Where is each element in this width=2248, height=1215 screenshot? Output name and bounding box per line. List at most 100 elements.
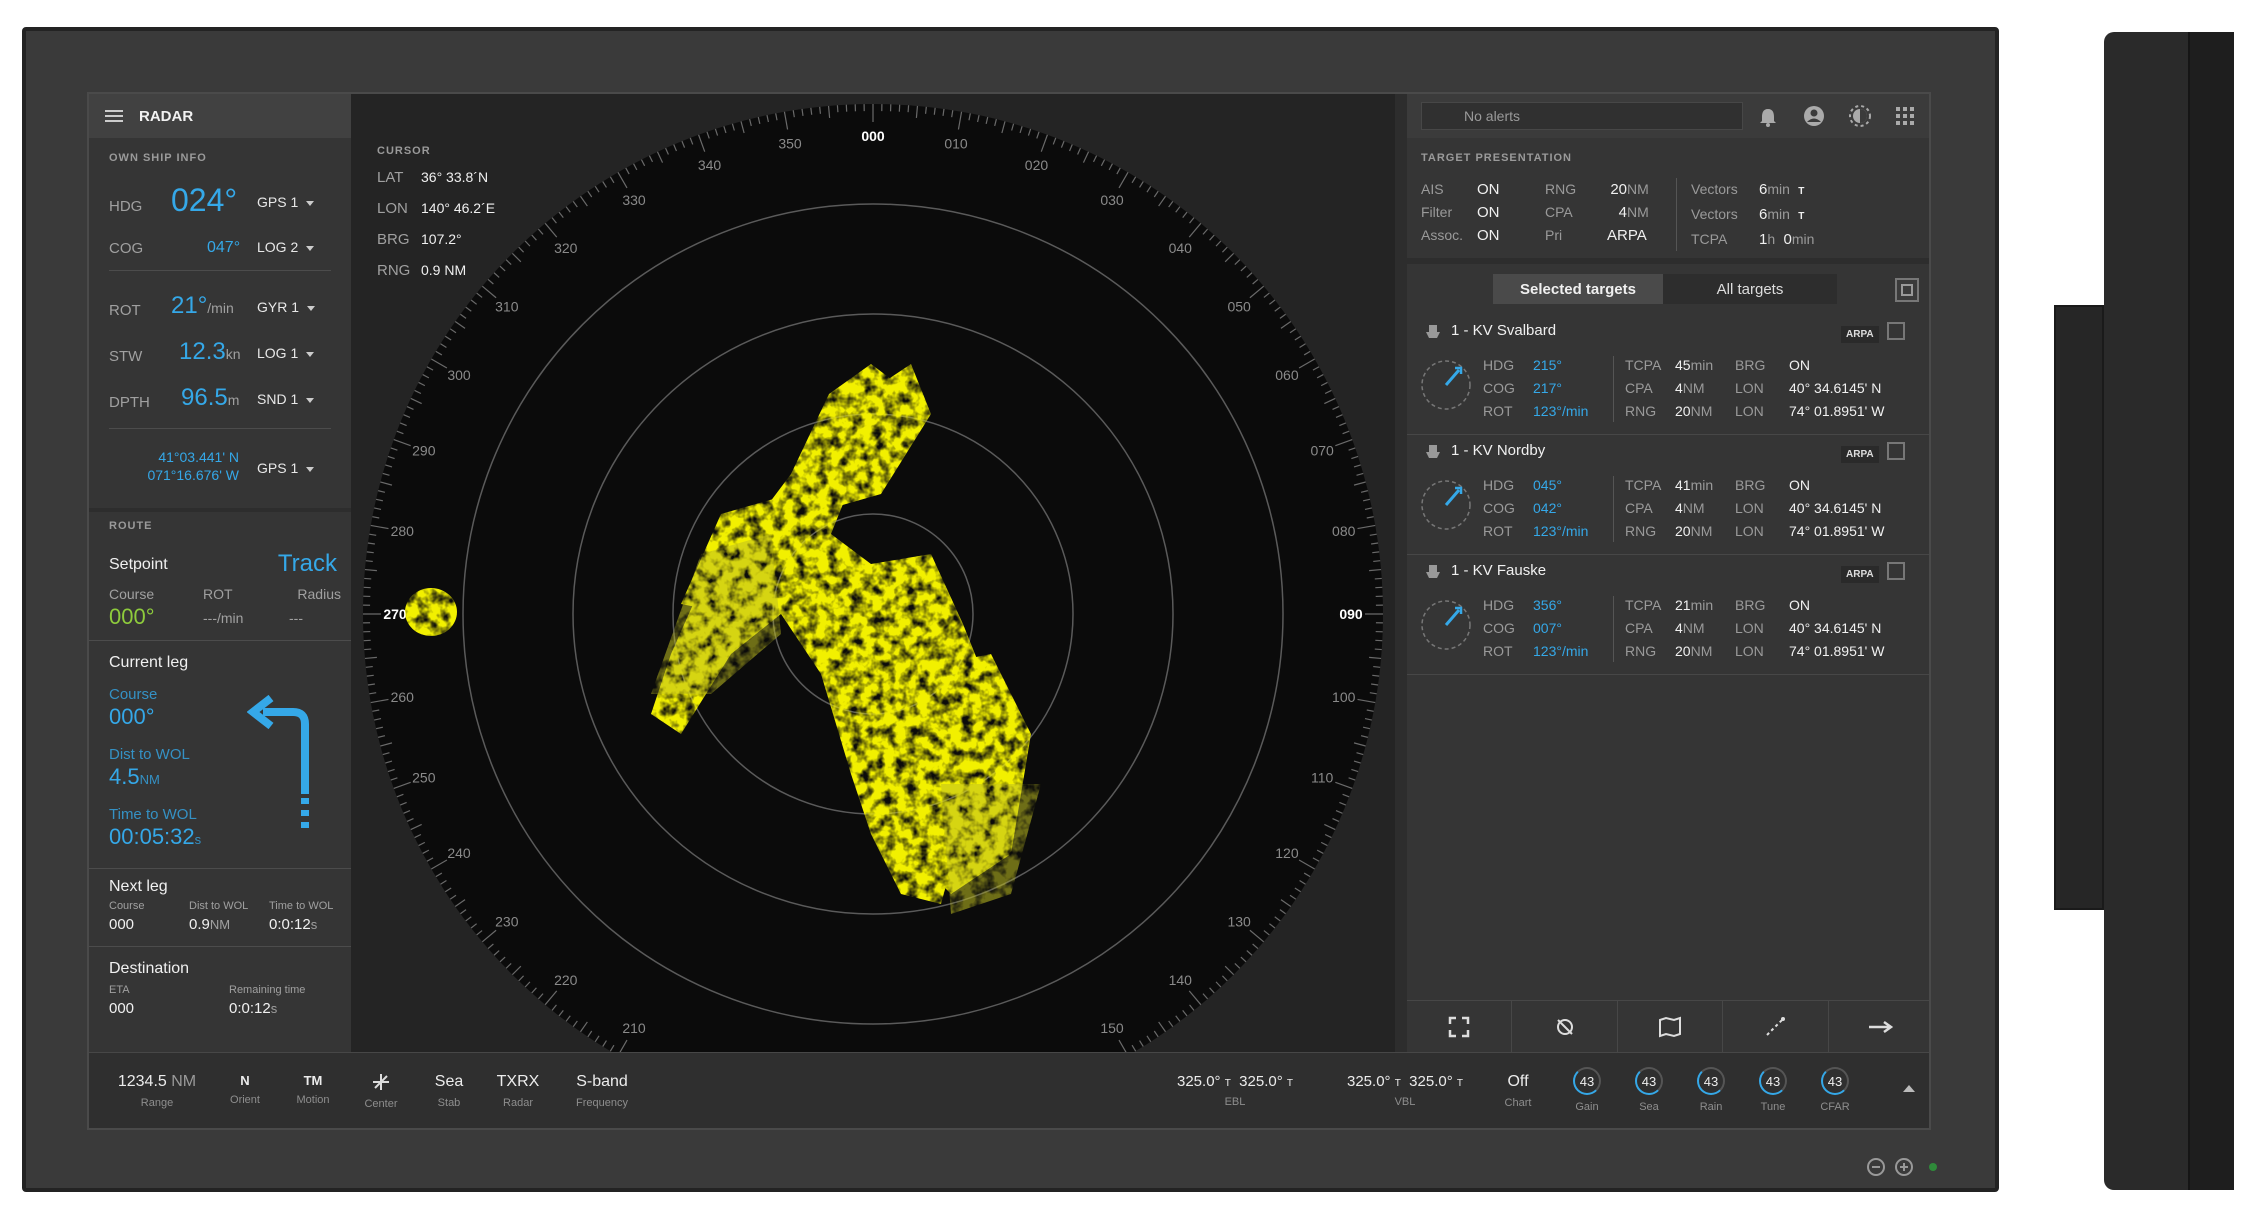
dial-1[interactable]: 43 Sea xyxy=(1629,1067,1669,1113)
brightness-up-button[interactable] xyxy=(1895,1158,1913,1176)
chevron-up-icon[interactable] xyxy=(1903,1085,1915,1092)
tab-all-targets[interactable]: All targets xyxy=(1663,274,1837,304)
bearing-label: 310 xyxy=(495,299,519,315)
motion-control[interactable]: TM Motion xyxy=(283,1073,343,1106)
frequency-control[interactable]: S-band Frequency xyxy=(557,1073,647,1109)
tp-value: 20 xyxy=(1610,181,1627,198)
bearing-label: 040 xyxy=(1169,240,1193,256)
remaining-unit: s xyxy=(270,1001,278,1016)
dpth-source-select[interactable]: SND 1 xyxy=(257,391,315,407)
tp-label: Assoc. xyxy=(1421,227,1464,243)
dial-label: CFAR xyxy=(1820,1101,1850,1113)
fullscreen-icon[interactable] xyxy=(1895,278,1919,302)
vbl-value-1: 325.0° xyxy=(1347,1073,1391,1090)
bell-icon[interactable] xyxy=(1757,106,1779,128)
range-control[interactable]: 1234.5 NM Range xyxy=(109,1073,205,1109)
cpa-unit: NM xyxy=(1682,500,1705,516)
expand-icon[interactable] xyxy=(1887,322,1905,340)
dial-3[interactable]: 43 Tune xyxy=(1753,1067,1793,1113)
tp-col3-row[interactable]: TCPA 1h 0min xyxy=(1691,228,1814,251)
bearing-label: 050 xyxy=(1227,299,1251,315)
rot-source-select[interactable]: GYR 1 xyxy=(257,299,316,315)
target-name: 1 - KV Fauske xyxy=(1451,562,1547,579)
fit-screen-button[interactable] xyxy=(1407,1001,1513,1052)
rng-unit: NM xyxy=(1690,643,1713,659)
expand-icon[interactable] xyxy=(1887,442,1905,460)
next-dist: 0.9NM xyxy=(189,916,230,934)
divider xyxy=(89,508,351,512)
vbl-control[interactable]: 325.0° T 325.0° T VBL xyxy=(1325,1073,1485,1108)
alerts-field[interactable]: No alerts xyxy=(1421,102,1743,130)
target-card[interactable]: 1 - KV Fauske ARPA HDG 356° COG 007° ROT 12… xyxy=(1407,558,1929,678)
tp-col3-row[interactable]: Vectors 6min T xyxy=(1691,178,1814,203)
current-dist: 4.5NM xyxy=(109,764,160,790)
bearing-label: 110 xyxy=(1311,769,1334,785)
tp-col2-row[interactable]: CPA 4NM xyxy=(1545,201,1676,224)
ship-icon xyxy=(1426,325,1440,338)
dial-4[interactable]: 43 CFAR xyxy=(1815,1067,1855,1113)
next-dist-value: 0.9 xyxy=(189,916,210,933)
tp-col2-row[interactable]: Pri ARPA xyxy=(1545,224,1676,247)
chart-tool-button[interactable] xyxy=(1618,1001,1724,1052)
chart-control[interactable]: Off Chart xyxy=(1493,1073,1543,1109)
tp-col1-row[interactable]: AIS ON xyxy=(1421,178,1545,201)
tp-col1-row[interactable]: Filter ON xyxy=(1421,201,1545,224)
apps-grid-icon[interactable] xyxy=(1895,106,1915,126)
dial-0[interactable]: 43 Gain xyxy=(1567,1067,1607,1113)
target-lat: 40° 34.6145' N xyxy=(1789,500,1882,516)
pos-source: GPS 1 xyxy=(257,460,299,476)
bearing-label: 220 xyxy=(554,972,578,988)
stab-control[interactable]: Sea Stab xyxy=(419,1073,479,1109)
tp-col1-row[interactable]: Assoc. ON xyxy=(1421,224,1545,247)
stw-value: 12.3kn xyxy=(179,338,241,366)
rot-label: ROT xyxy=(1483,403,1513,419)
brightness-icon[interactable] xyxy=(1849,105,1871,127)
bearing-label: 080 xyxy=(1332,523,1356,539)
target-card[interactable]: 1 - KV Svalbard ARPA HDG 215° COG 217° ROT… xyxy=(1407,318,1929,438)
orient-control[interactable]: N Orient xyxy=(215,1073,275,1106)
cursor-brg: 107.2° xyxy=(421,231,462,247)
target-brg: ON xyxy=(1789,357,1810,373)
pos-source-select[interactable]: GPS 1 xyxy=(257,460,315,476)
tcpa-label: TCPA xyxy=(1625,597,1662,613)
menu-icon[interactable] xyxy=(105,110,123,122)
bearing-tick xyxy=(933,107,936,115)
target-tag: ARPA xyxy=(1841,326,1879,343)
setpoint-radius: --- xyxy=(289,610,303,626)
dpth-label: DPTH xyxy=(109,394,150,411)
ebl-control[interactable]: 325.0° T 325.0° T EBL xyxy=(1155,1073,1315,1108)
arrow-tool-button[interactable] xyxy=(1829,1001,1929,1052)
radar-display[interactable]: 000 010 020 030 040 050 060 070 080 090 100 110 120 1… xyxy=(351,94,1395,1130)
target-hdg: 356° xyxy=(1533,597,1562,613)
dial-2[interactable]: 43 Rain xyxy=(1691,1067,1731,1113)
cog-source-select[interactable]: LOG 2 xyxy=(257,239,315,255)
radar-control[interactable]: TXRX Radar xyxy=(485,1073,551,1109)
tab-selected-targets[interactable]: Selected targets xyxy=(1493,274,1663,304)
cursor-lon-label: LON xyxy=(377,200,408,217)
app-title: RADAR xyxy=(139,107,194,125)
stw-source-select[interactable]: LOG 1 xyxy=(257,345,315,361)
route-tool-button[interactable] xyxy=(1723,1001,1829,1052)
own-ship-heading: OWN SHIP INFO xyxy=(109,152,207,164)
bottom-bar: 1234.5 NM Range N Orient TM Motion Center S… xyxy=(89,1052,1929,1128)
target-rot: 123° xyxy=(1533,403,1562,419)
bearing-tick xyxy=(366,551,374,554)
route-mode[interactable]: Track xyxy=(278,550,337,578)
current-course: 000° xyxy=(109,704,155,729)
expand-icon[interactable] xyxy=(1887,562,1905,580)
target-tool-button[interactable] xyxy=(1512,1001,1618,1052)
tp-col3-row[interactable]: Vectors 6min T xyxy=(1691,203,1814,228)
dial-value: 43 xyxy=(1635,1067,1663,1095)
cursor-heading: CURSOR xyxy=(377,145,431,157)
current-dist-value: 4.5 xyxy=(109,764,140,789)
user-icon[interactable] xyxy=(1803,105,1825,127)
center-control[interactable]: Center xyxy=(351,1073,411,1110)
brightness-down-button[interactable] xyxy=(1867,1158,1885,1176)
bearing-tick xyxy=(1373,560,1381,563)
bearing-label: 140 xyxy=(1169,972,1193,988)
target-card[interactable]: 1 - KV Nordby ARPA HDG 045° COG 042° ROT 12… xyxy=(1407,438,1929,558)
bearing-tick xyxy=(365,560,373,563)
hdg-source-select[interactable]: GPS 1 xyxy=(257,194,315,210)
tp-col2-row[interactable]: RNG 20NM xyxy=(1545,178,1676,201)
current-time-unit: s xyxy=(194,832,202,847)
